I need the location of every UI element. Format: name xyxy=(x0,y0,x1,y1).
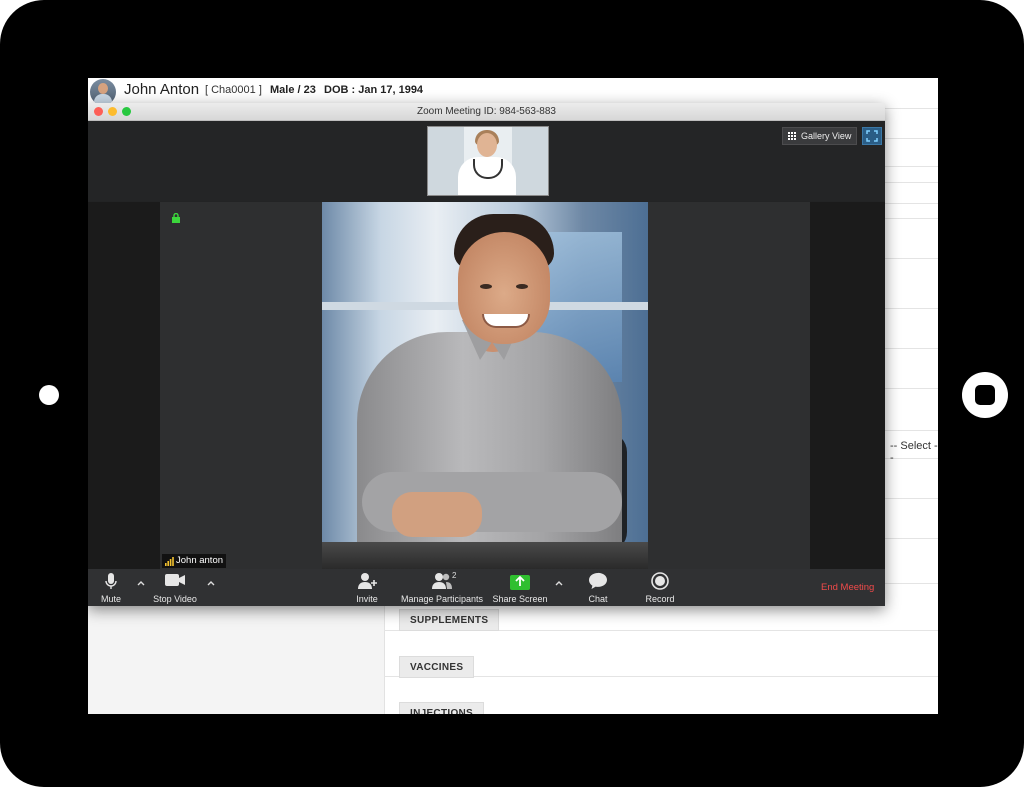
fullscreen-button[interactable] xyxy=(862,127,882,145)
patient-gender-age: Male / 23 xyxy=(270,84,316,96)
participant-name-label: John anton xyxy=(162,554,227,568)
grid-icon xyxy=(788,132,797,141)
patient-dob: DOB : Jan 17, 1994 xyxy=(324,84,424,96)
invite-button[interactable]: Invite xyxy=(350,569,384,606)
left-panel xyxy=(88,603,385,714)
caret-up-icon[interactable] xyxy=(136,578,146,588)
zoom-titlebar: Zoom Meeting ID: 984-563-883 xyxy=(88,103,885,121)
share-screen-label: Share Screen xyxy=(492,594,548,604)
chat-label: Chat xyxy=(588,594,608,604)
manage-participants-button[interactable]: Manage Participants xyxy=(398,569,486,606)
screen: John Anton [ Cha0001 ] Male / 23 DOB : J… xyxy=(88,78,938,714)
participant-name: John anton xyxy=(176,555,224,566)
caret-up-icon[interactable] xyxy=(206,578,216,588)
signal-icon xyxy=(165,557,174,566)
record-label: Record xyxy=(645,594,675,604)
meeting-toolbar: Mute Stop Video Invite Manage Participan… xyxy=(88,569,885,606)
patient-avatar xyxy=(90,79,116,105)
vaccines-section-button[interactable]: VACCINES xyxy=(399,656,475,678)
stop-video-button[interactable]: Stop Video xyxy=(150,569,200,606)
invite-label: Invite xyxy=(356,594,378,604)
participant-count-badge: 2 xyxy=(452,571,457,580)
supplements-section-button[interactable]: SUPPLEMENTS xyxy=(399,609,500,631)
share-screen-button[interactable]: Share Screen xyxy=(491,569,549,606)
microphone-icon xyxy=(105,573,117,589)
patient-code: [ Cha0001 ] xyxy=(205,84,262,96)
manage-participants-label: Manage Participants xyxy=(400,594,484,604)
doctor-thumbnail-video[interactable] xyxy=(427,126,549,196)
tablet-frame: John Anton [ Cha0001 ] Male / 23 DOB : J… xyxy=(0,0,1024,787)
participants-icon xyxy=(432,573,452,589)
chat-button[interactable]: Chat xyxy=(582,569,614,606)
caret-up-icon[interactable] xyxy=(554,578,564,588)
video-area: John anton xyxy=(88,202,885,569)
home-button[interactable] xyxy=(962,372,1008,418)
injections-section-button[interactable]: INJECTIONS xyxy=(399,702,485,714)
share-screen-icon xyxy=(510,575,530,590)
end-meeting-button[interactable]: End Meeting xyxy=(821,582,874,593)
invite-icon xyxy=(358,573,377,589)
fullscreen-icon xyxy=(866,130,878,142)
meeting-id-title: Zoom Meeting ID: 984-563-883 xyxy=(417,106,556,117)
video-camera-icon xyxy=(165,574,185,586)
record-icon xyxy=(651,572,669,590)
chat-icon xyxy=(589,572,607,589)
select-dropdown[interactable]: -- Select -- xyxy=(890,440,938,464)
gallery-view-button[interactable]: Gallery View xyxy=(782,127,858,145)
zoom-window: Zoom Meeting ID: 984-563-883 Gallery Vie… xyxy=(88,103,885,606)
patient-header: John Anton [ Cha0001 ] Male / 23 DOB : J… xyxy=(88,78,938,105)
record-button[interactable]: Record xyxy=(642,569,678,606)
patient-name: John Anton xyxy=(124,81,200,98)
mute-label: Mute xyxy=(100,594,121,604)
lock-icon xyxy=(172,213,180,223)
stop-video-label: Stop Video xyxy=(153,594,197,604)
gallery-view-label: Gallery View xyxy=(801,131,852,141)
patient-main-video[interactable] xyxy=(322,202,648,569)
front-camera xyxy=(39,385,59,405)
thumbnail-strip: Gallery View xyxy=(88,121,885,201)
mute-button[interactable]: Mute xyxy=(94,569,128,606)
